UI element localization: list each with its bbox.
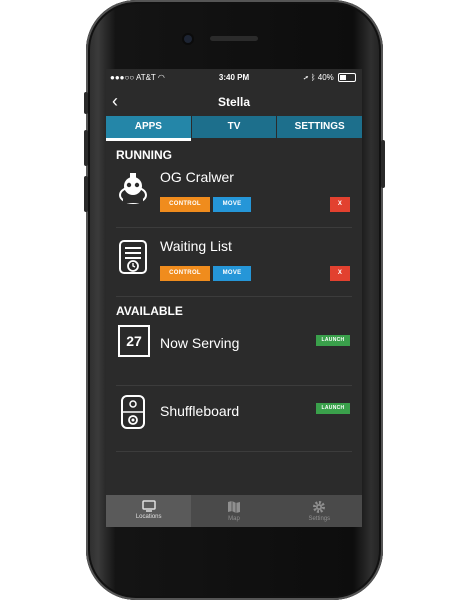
clipboard-clock-icon: [118, 240, 148, 274]
volume-down-button: [84, 176, 88, 212]
running-heading: RUNNING: [116, 148, 172, 162]
robot-icon: [118, 171, 148, 205]
available-app-row: 27 Now Serving LAUNCH: [116, 321, 352, 386]
location-arrow-icon: ➚: [303, 73, 309, 82]
tab-bar: APPS TV SETTINGS: [106, 116, 362, 141]
available-app-row: Shuffleboard LAUNCH: [116, 387, 352, 452]
tv-icon: [141, 500, 156, 512]
control-button[interactable]: CONTROL: [160, 197, 210, 212]
bottom-tab-bar: Locations Map Settings: [106, 495, 362, 527]
app-name: Now Serving: [160, 335, 240, 351]
battery-icon: [338, 73, 356, 83]
footer-tab-map[interactable]: Map: [191, 495, 276, 527]
page-title: Stella: [217, 95, 250, 109]
app-screen: ●●●○○ AT&T ◠ 3:40 PM ➚ ᛒ 40% ‹ Stella AP…: [106, 69, 362, 527]
move-button[interactable]: MOVE: [213, 197, 251, 212]
footer-label: Settings: [308, 516, 331, 522]
footer-label: Map: [228, 516, 240, 522]
app-name: Waiting List: [160, 238, 232, 254]
calendar-number-icon: 27: [118, 325, 150, 357]
app-name: OG Cralwer: [160, 169, 234, 185]
status-bar: ●●●○○ AT&T ◠ 3:40 PM ➚ ᛒ 40%: [106, 69, 362, 87]
mute-switch: [84, 92, 88, 114]
app-name: Shuffleboard: [160, 403, 240, 419]
tab-apps[interactable]: APPS: [106, 116, 192, 141]
front-camera: [184, 35, 192, 43]
battery-status: ➚ ᛒ 40%: [304, 69, 356, 87]
available-heading: AVAILABLE: [116, 304, 183, 318]
close-button[interactable]: X: [330, 266, 350, 281]
footer-label: Locations: [135, 514, 162, 520]
running-app-row: OG Cralwer CONTROL MOVE X: [116, 163, 352, 228]
battery-fill: [340, 75, 346, 81]
launch-button[interactable]: LAUNCH: [316, 335, 350, 346]
battery-percent: 40%: [317, 73, 334, 82]
gear-icon: [313, 501, 326, 513]
shuffleboard-icon: [118, 395, 148, 429]
footer-tab-settings[interactable]: Settings: [277, 495, 362, 527]
running-app-row: Waiting List CONTROL MOVE X: [116, 232, 352, 297]
volume-up-button: [84, 130, 88, 166]
nav-bar: ‹ Stella: [106, 91, 362, 113]
launch-button[interactable]: LAUNCH: [316, 403, 350, 414]
control-button[interactable]: CONTROL: [160, 266, 210, 281]
map-icon: [227, 501, 240, 513]
power-button: [381, 140, 385, 188]
earpiece-speaker: [210, 36, 258, 41]
close-button[interactable]: X: [330, 197, 350, 212]
tab-settings[interactable]: SETTINGS: [277, 116, 362, 138]
footer-tab-locations[interactable]: Locations: [106, 495, 192, 527]
bluetooth-icon: ᛒ: [310, 73, 316, 82]
move-button[interactable]: MOVE: [213, 266, 251, 281]
tab-tv[interactable]: TV: [192, 116, 278, 138]
